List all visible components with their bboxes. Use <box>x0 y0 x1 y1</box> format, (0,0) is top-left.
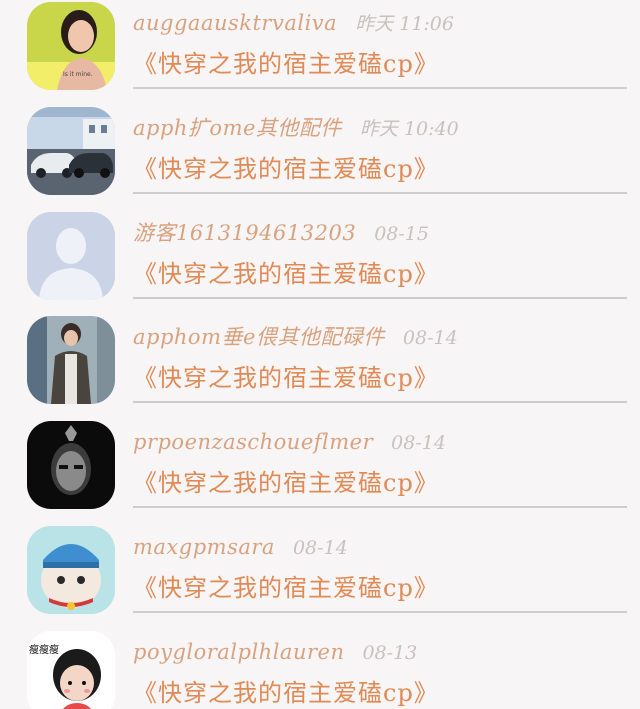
list-item[interactable]: prpoenzaschoueflmer 08-14 《快穿之我的宿主爱磕cp》 <box>0 419 640 523</box>
divider <box>133 192 627 194</box>
item-meta: 游客1613194613203 08-15 <box>133 218 429 248</box>
username[interactable]: apph扩ome其他配件 <box>133 116 342 140</box>
avatar-caption: 瘦瘦瘦 <box>29 643 59 656</box>
timestamp: 08-15 <box>374 223 429 245</box>
book-title-link[interactable]: 《快穿之我的宿主爱磕cp》 <box>133 465 439 501</box>
username[interactable]: poygloralplhlauren <box>133 640 344 664</box>
avatar[interactable] <box>27 212 115 300</box>
book-title-link[interactable]: 《快穿之我的宿主爱磕cp》 <box>133 675 439 709</box>
divider <box>133 297 627 299</box>
avatar[interactable]: Is it mine. <box>27 2 115 90</box>
comment-list: Is it mine. auggaausktrvaliva 昨天 11:06 《快… <box>0 0 640 709</box>
username[interactable]: maxgpmsara <box>133 535 275 559</box>
cars-street-icon <box>27 107 115 195</box>
divider <box>133 401 627 403</box>
timestamp: 08-14 <box>391 432 446 454</box>
avatar[interactable]: 瘦瘦瘦 <box>27 631 115 709</box>
item-meta: poygloralplhlauren 08-13 <box>133 637 417 667</box>
avatar-caption: Is it mine. <box>63 71 93 78</box>
avatar[interactable] <box>27 526 115 614</box>
avatar[interactable] <box>27 316 115 404</box>
cat-blue-hat-icon <box>27 526 115 614</box>
book-title-link[interactable]: 《快穿之我的宿主爱磕cp》 <box>133 151 439 187</box>
list-item[interactable]: apph扩ome其他配件 昨天 10:40 《快穿之我的宿主爱磕cp》 <box>0 105 640 209</box>
book-title-link[interactable]: 《快穿之我的宿主爱磕cp》 <box>133 570 439 606</box>
man-standing-icon <box>27 316 115 404</box>
avatar[interactable] <box>27 107 115 195</box>
list-item[interactable]: Is it mine. auggaausktrvaliva 昨天 11:06 《快… <box>0 0 640 104</box>
timestamp: 08-14 <box>292 537 348 559</box>
book-title-link[interactable]: 《快穿之我的宿主爱磕cp》 <box>133 256 439 292</box>
divider <box>133 87 627 89</box>
woman-portrait-icon: Is it mine. <box>27 2 115 90</box>
divider <box>133 611 627 613</box>
username[interactable]: apphom垂e偎其他配碌件 <box>133 325 385 349</box>
timestamp: 08-13 <box>362 642 418 664</box>
list-item[interactable]: apphom垂e偎其他配碌件 08-14 《快穿之我的宿主爱磕cp》 <box>0 314 640 418</box>
item-meta: auggaausktrvaliva 昨天 11:06 <box>133 8 454 38</box>
item-meta: prpoenzaschoueflmer 08-14 <box>133 427 446 457</box>
item-meta: apphom垂e偎其他配碌件 08-14 <box>133 322 458 352</box>
book-title-link[interactable]: 《快穿之我的宿主爱磕cp》 <box>133 360 439 396</box>
book-title-link[interactable]: 《快穿之我的宿主爱磕cp》 <box>133 46 439 82</box>
avatar[interactable] <box>27 421 115 509</box>
username[interactable]: prpoenzaschoueflmer <box>133 430 373 454</box>
dark-masked-face-icon <box>27 421 115 509</box>
list-item[interactable]: 瘦瘦瘦 poygloralplhlauren 08-13 《快穿之我的宿主爱磕cp… <box>0 629 640 709</box>
item-meta: maxgpmsara 08-14 <box>133 532 348 562</box>
default-user-icon <box>27 212 115 300</box>
list-item[interactable]: 游客1613194613203 08-15 《快穿之我的宿主爱磕cp》 <box>0 210 640 314</box>
timestamp: 昨天 11:06 <box>355 13 454 35</box>
username[interactable]: auggaausktrvaliva <box>133 11 337 35</box>
item-meta: apph扩ome其他配件 昨天 10:40 <box>133 113 459 143</box>
divider <box>133 506 627 508</box>
timestamp: 08-14 <box>402 327 458 349</box>
username[interactable]: 游客1613194613203 <box>133 221 356 245</box>
timestamp: 昨天 10:40 <box>359 118 459 140</box>
list-item[interactable]: maxgpmsara 08-14 《快穿之我的宿主爱磕cp》 <box>0 524 640 628</box>
cartoon-girl-icon: 瘦瘦瘦 <box>27 631 115 709</box>
